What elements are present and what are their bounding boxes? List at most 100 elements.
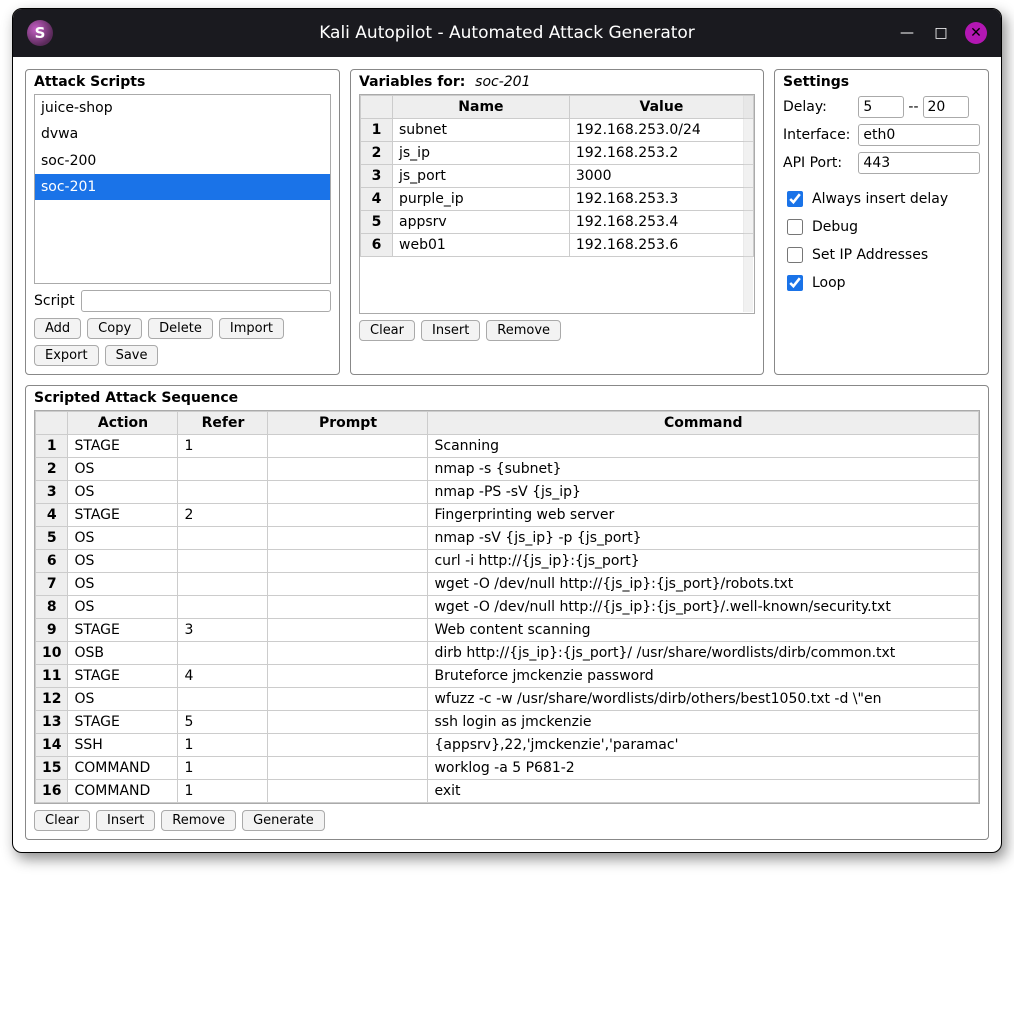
delay-min-input[interactable]	[858, 96, 904, 118]
table-row[interactable]: 10OSBdirb http://{js_ip}:{js_port}/ /usr…	[36, 642, 979, 665]
table-row[interactable]: 6web01192.168.253.6	[361, 234, 754, 257]
seq-prompt[interactable]	[268, 504, 428, 527]
var-name[interactable]: web01	[393, 234, 570, 257]
seq-command[interactable]: ssh login as jmckenzie	[428, 711, 979, 734]
seq-command[interactable]: {appsrv},22,'jmckenzie','paramac'	[428, 734, 979, 757]
seq-command[interactable]: wget -O /dev/null http://{js_ip}:{js_por…	[428, 596, 979, 619]
seq-refer[interactable]	[178, 688, 268, 711]
seq-prompt[interactable]	[268, 527, 428, 550]
seq-command[interactable]: worklog -a 5 P681-2	[428, 757, 979, 780]
seq-refer[interactable]	[178, 573, 268, 596]
seq-command[interactable]: Bruteforce jmckenzie password	[428, 665, 979, 688]
seq-command[interactable]: wfuzz -c -w /usr/share/wordlists/dirb/ot…	[428, 688, 979, 711]
debug-check[interactable]: Debug	[783, 216, 980, 238]
api-port-input[interactable]	[858, 152, 980, 174]
seq-action[interactable]: COMMAND	[68, 757, 178, 780]
seq-action[interactable]: STAGE	[68, 504, 178, 527]
seq-clear-button[interactable]: Clear	[34, 810, 90, 831]
table-row[interactable]: 1subnet192.168.253.0/24	[361, 119, 754, 142]
list-item[interactable]: soc-201	[35, 174, 330, 200]
seq-command[interactable]: curl -i http://{js_ip}:{js_port}	[428, 550, 979, 573]
table-row[interactable]: 8OSwget -O /dev/null http://{js_ip}:{js_…	[36, 596, 979, 619]
seq-prompt[interactable]	[268, 550, 428, 573]
add-button[interactable]: Add	[34, 318, 81, 339]
import-button[interactable]: Import	[219, 318, 284, 339]
list-item[interactable]: soc-200	[35, 148, 330, 174]
maximize-icon[interactable]: □	[931, 23, 951, 43]
var-value[interactable]: 192.168.253.3	[569, 188, 753, 211]
seq-refer[interactable]: 3	[178, 619, 268, 642]
seq-prompt[interactable]	[268, 734, 428, 757]
seq-prompt[interactable]	[268, 688, 428, 711]
seq-action[interactable]: OS	[68, 458, 178, 481]
seq-command[interactable]: Fingerprinting web server	[428, 504, 979, 527]
seq-action[interactable]: STAGE	[68, 619, 178, 642]
table-row[interactable]: 1STAGE1Scanning	[36, 435, 979, 458]
seq-refer[interactable]	[178, 596, 268, 619]
always-delay-checkbox[interactable]	[787, 191, 803, 207]
table-row[interactable]: 4STAGE2Fingerprinting web server	[36, 504, 979, 527]
export-button[interactable]: Export	[34, 345, 99, 366]
var-name[interactable]: appsrv	[393, 211, 570, 234]
var-value[interactable]: 192.168.253.2	[569, 142, 753, 165]
table-row[interactable]: 5appsrv192.168.253.4	[361, 211, 754, 234]
close-icon[interactable]: ✕	[965, 22, 987, 44]
seq-command[interactable]: dirb http://{js_ip}:{js_port}/ /usr/shar…	[428, 642, 979, 665]
seq-action[interactable]: OS	[68, 481, 178, 504]
seq-action[interactable]: STAGE	[68, 665, 178, 688]
seq-command[interactable]: Scanning	[428, 435, 979, 458]
seq-refer[interactable]	[178, 481, 268, 504]
table-row[interactable]: 9STAGE3Web content scanning	[36, 619, 979, 642]
always-delay-check[interactable]: Always insert delay	[783, 188, 980, 210]
loop-check[interactable]: Loop	[783, 272, 980, 294]
table-row[interactable]: 2OSnmap -s {subnet}	[36, 458, 979, 481]
table-row[interactable]: 15COMMAND1worklog -a 5 P681-2	[36, 757, 979, 780]
seq-command[interactable]: exit	[428, 780, 979, 803]
seq-prompt[interactable]	[268, 642, 428, 665]
seq-prompt[interactable]	[268, 780, 428, 803]
table-row[interactable]: 16COMMAND1exit	[36, 780, 979, 803]
seq-prompt[interactable]	[268, 665, 428, 688]
seq-prompt[interactable]	[268, 757, 428, 780]
seq-refer[interactable]	[178, 458, 268, 481]
seq-action[interactable]: OS	[68, 527, 178, 550]
table-row[interactable]: 4purple_ip192.168.253.3	[361, 188, 754, 211]
debug-checkbox[interactable]	[787, 219, 803, 235]
table-row[interactable]: 13STAGE5ssh login as jmckenzie	[36, 711, 979, 734]
seq-command[interactable]: nmap -s {subnet}	[428, 458, 979, 481]
seq-refer[interactable]: 4	[178, 665, 268, 688]
seq-generate-button[interactable]: Generate	[242, 810, 325, 831]
table-row[interactable]: 5OSnmap -sV {js_ip} -p {js_port}	[36, 527, 979, 550]
seq-refer[interactable]: 2	[178, 504, 268, 527]
var-name[interactable]: purple_ip	[393, 188, 570, 211]
vars-insert-button[interactable]: Insert	[421, 320, 480, 341]
seq-prompt[interactable]	[268, 596, 428, 619]
seq-prompt[interactable]	[268, 458, 428, 481]
seq-prompt[interactable]	[268, 573, 428, 596]
script-name-input[interactable]	[81, 290, 331, 312]
seq-refer[interactable]	[178, 642, 268, 665]
delay-max-input[interactable]	[923, 96, 969, 118]
table-row[interactable]: 2js_ip192.168.253.2	[361, 142, 754, 165]
seq-refer[interactable]	[178, 527, 268, 550]
seq-action[interactable]: OSB	[68, 642, 178, 665]
seq-refer[interactable]: 1	[178, 435, 268, 458]
seq-prompt[interactable]	[268, 435, 428, 458]
seq-action[interactable]: STAGE	[68, 711, 178, 734]
seq-action[interactable]: STAGE	[68, 435, 178, 458]
table-row[interactable]: 6OScurl -i http://{js_ip}:{js_port}	[36, 550, 979, 573]
var-value[interactable]: 192.168.253.0/24	[569, 119, 753, 142]
table-row[interactable]: 14SSH1{appsrv},22,'jmckenzie','paramac'	[36, 734, 979, 757]
save-button[interactable]: Save	[105, 345, 159, 366]
set-ip-check[interactable]: Set IP Addresses	[783, 244, 980, 266]
seq-action[interactable]: OS	[68, 550, 178, 573]
var-name[interactable]: subnet	[393, 119, 570, 142]
copy-button[interactable]: Copy	[87, 318, 142, 339]
set-ip-checkbox[interactable]	[787, 247, 803, 263]
vars-clear-button[interactable]: Clear	[359, 320, 415, 341]
seq-refer[interactable]	[178, 550, 268, 573]
var-value[interactable]: 3000	[569, 165, 753, 188]
table-row[interactable]: 11STAGE4Bruteforce jmckenzie password	[36, 665, 979, 688]
list-item[interactable]: dvwa	[35, 121, 330, 147]
var-value[interactable]: 192.168.253.4	[569, 211, 753, 234]
